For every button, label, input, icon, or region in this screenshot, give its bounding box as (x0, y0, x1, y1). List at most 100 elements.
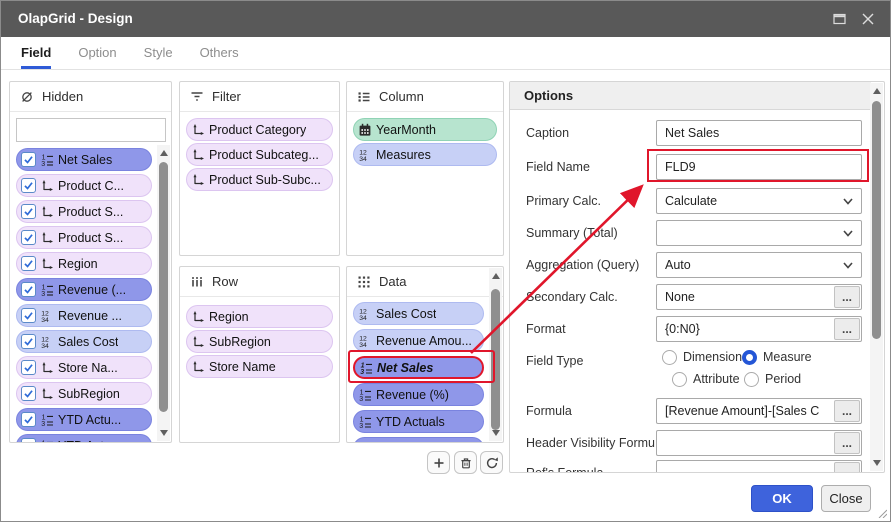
field-type-dimension-radio[interactable]: Dimension (662, 348, 742, 366)
maximize-icon[interactable] (831, 11, 848, 27)
field-type-period-radio[interactable]: Period (744, 370, 801, 388)
calc-measure-icon (358, 415, 372, 429)
field-pill[interactable]: YTD Actuals (%) (353, 437, 484, 443)
field-pill[interactable]: Product Category (186, 118, 333, 141)
field-checkbox[interactable] (21, 256, 36, 271)
scroll-down-icon[interactable] (160, 430, 168, 436)
delete-field-button[interactable] (454, 451, 477, 474)
field-checkbox[interactable] (21, 334, 36, 349)
scroll-up-icon[interactable] (160, 150, 168, 156)
field-checkbox[interactable] (21, 438, 36, 443)
field-label: SubRegion (58, 387, 120, 401)
secondary-calc-field-wrap: ... (656, 284, 862, 310)
field-pill[interactable]: YearMonth (353, 118, 497, 141)
scroll-down-icon[interactable] (492, 430, 500, 436)
data-scrollbar[interactable] (489, 268, 502, 441)
scroll-up-icon[interactable] (873, 88, 881, 94)
scrollbar-thumb[interactable] (491, 289, 500, 430)
field-pill[interactable]: Sales Cost (16, 330, 152, 353)
refs-formula-ellipsis-button[interactable]: ... (834, 462, 860, 473)
field-pill[interactable]: Store Name (186, 355, 333, 378)
field-checkbox[interactable] (21, 308, 36, 323)
radio-icon[interactable] (744, 372, 759, 387)
tab-bar: Field Option Style Others (1, 37, 890, 70)
radio-icon[interactable] (662, 350, 677, 365)
scrollbar-thumb[interactable] (159, 162, 168, 412)
calc-measure-icon (40, 439, 54, 444)
summary-total-select[interactable] (656, 220, 862, 246)
field-checkbox[interactable] (21, 282, 36, 297)
close-icon[interactable] (859, 11, 876, 27)
ok-button[interactable]: OK (751, 485, 813, 512)
field-pill[interactable]: SubRegion (16, 382, 152, 405)
field-pill[interactable]: Product C... (16, 174, 152, 197)
field-label: Product Category (209, 123, 306, 137)
field-checkbox[interactable] (21, 230, 36, 245)
field-pill[interactable]: Region (186, 305, 333, 328)
field-pill[interactable]: Net Sales (16, 148, 152, 171)
scroll-down-icon[interactable] (873, 460, 881, 466)
scroll-up-icon[interactable] (492, 273, 500, 279)
primary-calc-select[interactable]: Calculate (656, 188, 862, 214)
field-pill[interactable]: YTD Actuals (353, 410, 484, 433)
field-checkbox[interactable] (21, 204, 36, 219)
field-pill[interactable]: Measures (353, 143, 497, 166)
field-pill[interactable]: Revenue ... (16, 304, 152, 327)
tab-option[interactable]: Option (78, 37, 116, 69)
hidden-panel-title: Hidden (42, 89, 83, 104)
summary-total-label: Summary (Total) (526, 220, 655, 246)
radio-icon[interactable] (742, 350, 757, 365)
field-name-input[interactable] (656, 154, 862, 180)
field-pill[interactable]: YTD Actu... (16, 434, 152, 443)
tab-others[interactable]: Others (200, 37, 239, 69)
field-pill[interactable]: Store Na... (16, 356, 152, 379)
formula-input[interactable] (656, 398, 862, 424)
plus-icon (432, 456, 446, 470)
field-pill[interactable]: Revenue (%) (353, 383, 484, 406)
field-checkbox[interactable] (21, 386, 36, 401)
secondary-calc-input[interactable] (656, 284, 862, 310)
close-button[interactable]: Close (821, 485, 871, 512)
field-checkbox[interactable] (21, 178, 36, 193)
field-pill[interactable]: Net Sales (353, 356, 484, 379)
add-field-button[interactable] (427, 451, 450, 474)
scrollbar-thumb[interactable] (872, 101, 881, 339)
tab-style[interactable]: Style (144, 37, 173, 69)
field-checkbox[interactable] (21, 360, 36, 375)
header-visibility-formula-ellipsis-button[interactable]: ... (834, 432, 860, 454)
field-pill[interactable]: Product S... (16, 226, 152, 249)
refs-formula-input[interactable] (656, 460, 862, 473)
field-checkbox[interactable] (21, 412, 36, 427)
field-pill[interactable]: Sales Cost (353, 302, 484, 325)
hidden-search-input[interactable] (17, 120, 172, 140)
field-pill[interactable]: Product Subcateg... (186, 143, 333, 166)
secondary-calc-ellipsis-button[interactable]: ... (834, 286, 860, 308)
format-ellipsis-button[interactable]: ... (834, 318, 860, 340)
format-input[interactable] (656, 316, 862, 342)
header-visibility-formula-input[interactable] (656, 430, 862, 456)
aggregation-query-select[interactable]: Auto (656, 252, 862, 278)
refresh-button[interactable] (480, 451, 503, 474)
field-pill[interactable]: Product Sub-Subc... (186, 168, 333, 191)
field-type-measure-radio[interactable]: Measure (742, 348, 812, 366)
radio-icon[interactable] (672, 372, 687, 387)
field-pill[interactable]: Revenue Amou... (353, 329, 484, 352)
caption-input[interactable] (656, 120, 862, 146)
row-panel: Row Region SubRegion Store Name (179, 266, 340, 443)
tab-field[interactable]: Field (21, 37, 51, 69)
options-scrollbar[interactable] (870, 83, 883, 471)
field-pill[interactable]: Region (16, 252, 152, 275)
field-label: Net Sales (58, 153, 112, 167)
resize-grip[interactable] (877, 508, 887, 518)
hidden-scrollbar[interactable] (157, 145, 170, 441)
formula-ellipsis-button[interactable]: ... (834, 400, 860, 422)
field-pill[interactable]: Revenue (... (16, 278, 152, 301)
field-label: Store Name (209, 360, 276, 374)
field-checkbox[interactable] (21, 152, 36, 167)
field-pill[interactable]: Product S... (16, 200, 152, 223)
field-pill[interactable]: YTD Actu... (16, 408, 152, 431)
field-label: Product Sub-Subc... (209, 173, 321, 187)
field-label: Revenue (%) (376, 388, 449, 402)
field-pill[interactable]: SubRegion (186, 330, 333, 353)
field-type-attribute-radio[interactable]: Attribute (672, 370, 740, 388)
